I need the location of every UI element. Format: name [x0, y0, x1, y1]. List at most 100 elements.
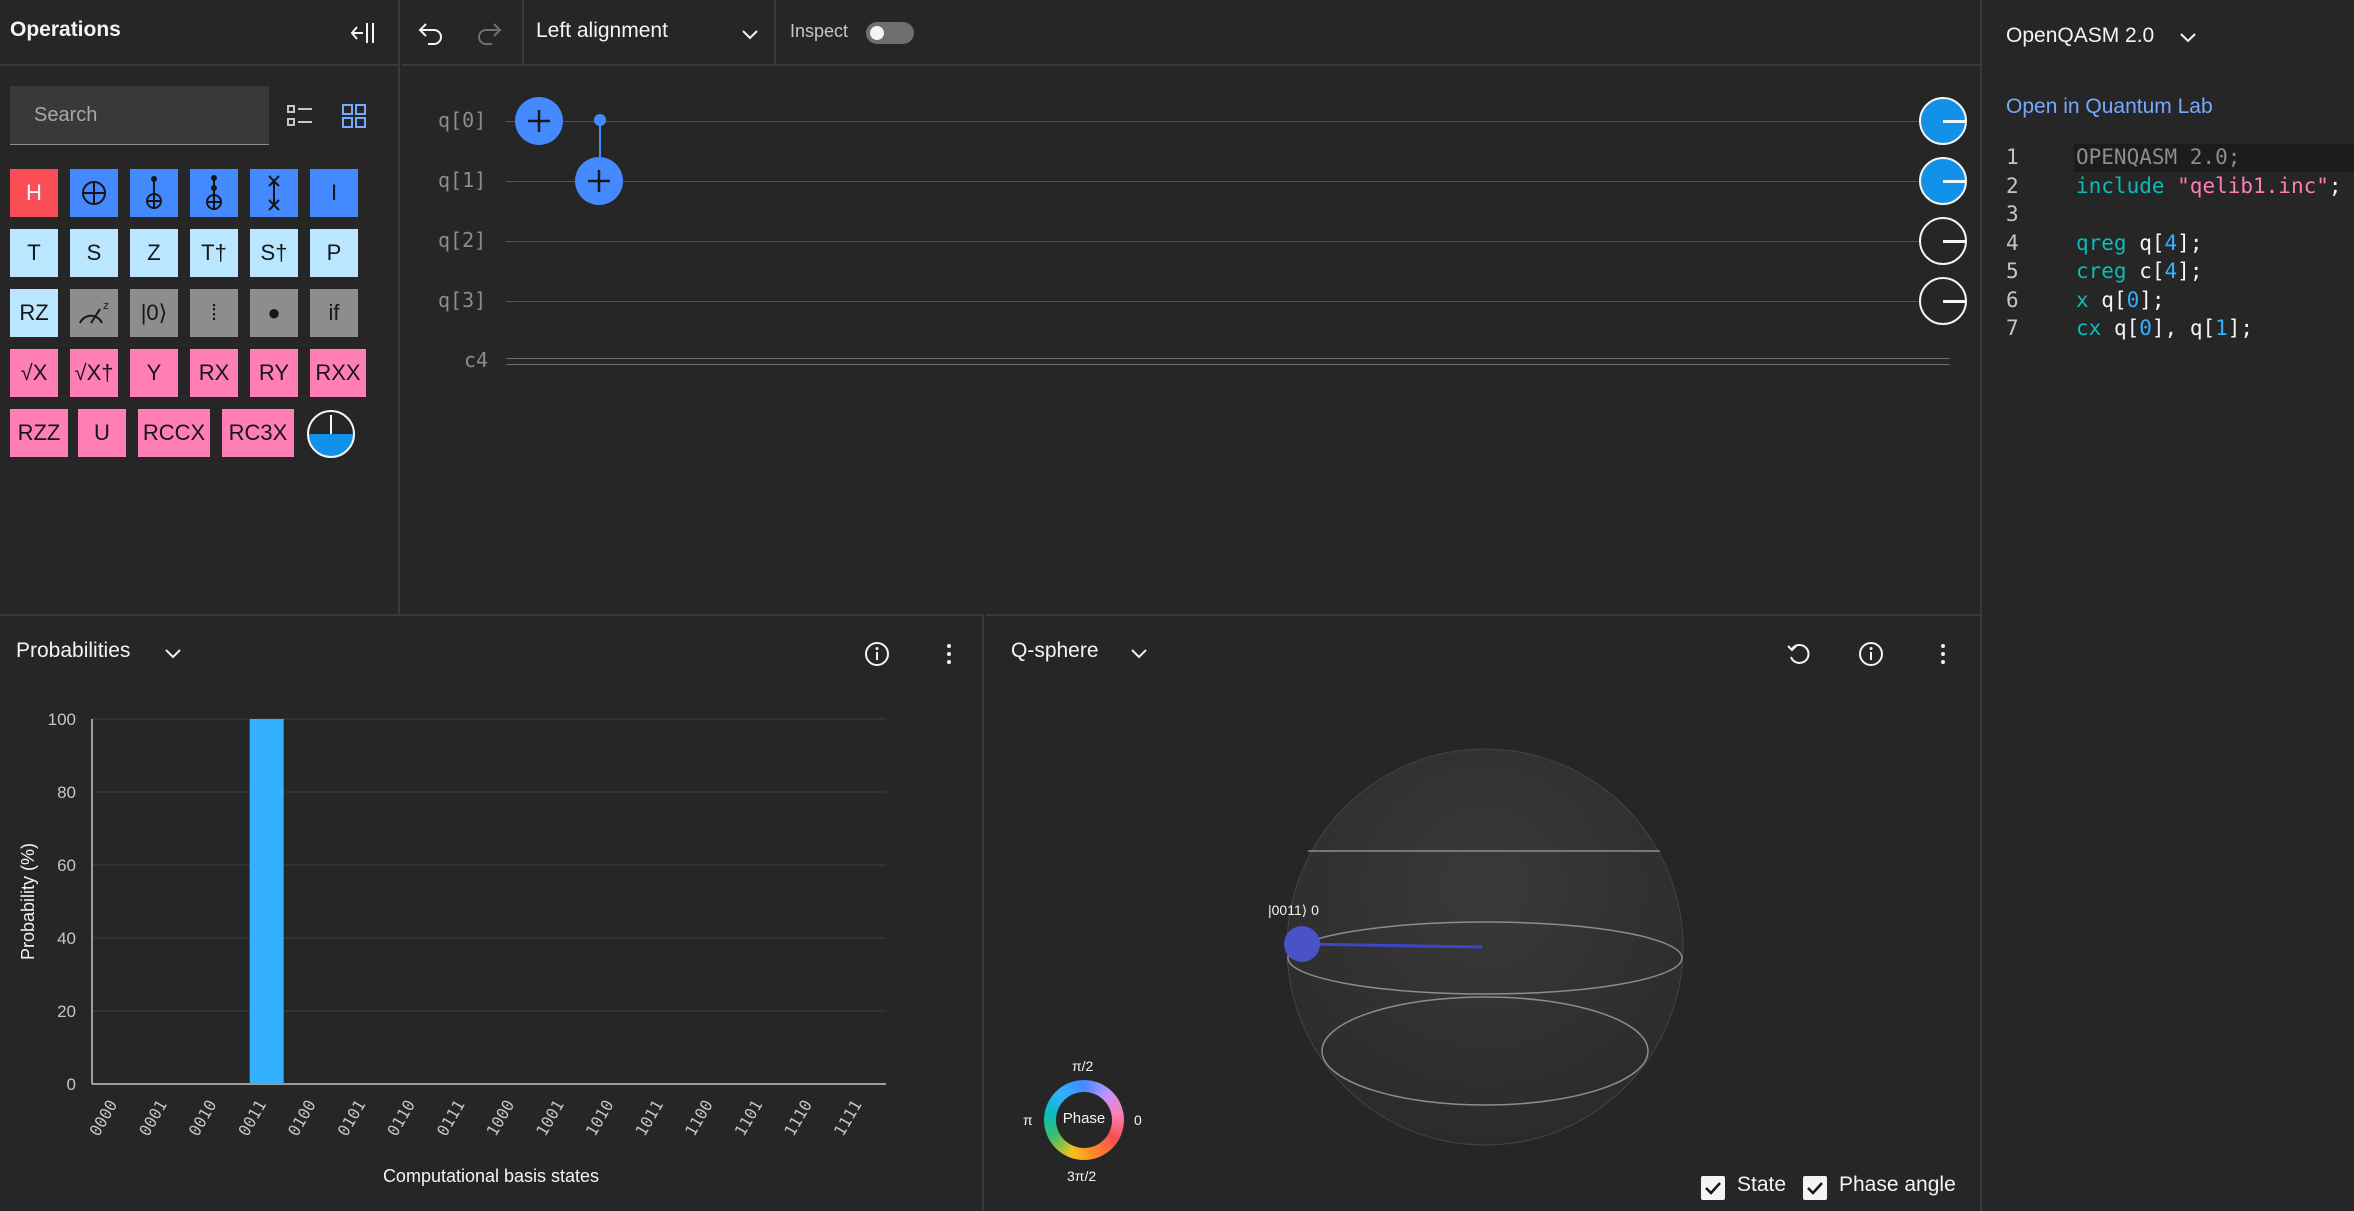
measure-indicator[interactable]: [1919, 97, 1967, 145]
chevron-down-icon: [738, 22, 762, 46]
toffoli-icon: [199, 173, 229, 213]
code-token: q[: [2139, 230, 2165, 255]
gate-p[interactable]: P: [310, 229, 358, 277]
qubit-wire[interactable]: [506, 121, 1920, 122]
gate-barrier[interactable]: ⁞: [190, 289, 238, 337]
redo-icon[interactable]: [472, 16, 506, 50]
probability-chart: 0 20 40 60 80 100 0000 0001 0010 0011 0100 0101 0110…: [18, 710, 886, 1186]
gate-i[interactable]: I: [310, 169, 358, 217]
gate-label: RXX: [315, 360, 361, 385]
plus-icon: [588, 170, 610, 192]
gate-if[interactable]: if: [310, 289, 358, 337]
overflow-menu-icon[interactable]: [1928, 639, 1958, 669]
qsphere-visual[interactable]: [1270, 740, 1710, 1160]
code-token: qreg: [2076, 230, 2140, 255]
gate-label: S†: [260, 240, 288, 265]
gate-rx[interactable]: RX: [190, 349, 238, 397]
classical-wire[interactable]: [506, 364, 1950, 365]
gate-s[interactable]: S: [70, 229, 118, 277]
chevron-down-icon[interactable]: [1126, 640, 1152, 666]
open-in-quantum-lab-link[interactable]: Open in Quantum Lab: [2006, 95, 2213, 119]
x-tick-label: 0110: [383, 1097, 419, 1140]
reset-view-icon[interactable]: [1784, 639, 1814, 669]
gate-z[interactable]: Z: [130, 229, 178, 277]
gate-toffoli[interactable]: [190, 169, 238, 217]
cnot-icon: [79, 178, 109, 208]
list-view-icon[interactable]: [284, 100, 316, 132]
line-number: 6: [2006, 287, 2019, 312]
line-number: 1: [2006, 145, 2019, 169]
info-icon[interactable]: [862, 639, 892, 669]
measure-indicator[interactable]: [1919, 277, 1967, 325]
bar-0011: [249, 719, 284, 1084]
gate-tdg[interactable]: T†: [190, 229, 238, 277]
code-line[interactable]: 7 cx q[0], q[1];: [2006, 316, 2253, 344]
gate-sdg[interactable]: S†: [250, 229, 298, 277]
gate-ccx[interactable]: [130, 169, 178, 217]
gate-h[interactable]: H: [10, 169, 58, 217]
gate-rxx[interactable]: RXX: [310, 349, 366, 397]
code-token: 4: [2164, 230, 2178, 255]
gate-sxdg[interactable]: √X†: [70, 349, 118, 397]
x-axis-title: Computational basis states: [383, 1166, 599, 1186]
code-token: OPENQASM 2.0;: [2076, 145, 2241, 169]
gate-rccx[interactable]: RCCX: [138, 409, 210, 457]
gate-y[interactable]: Y: [130, 349, 178, 397]
measure-indicator[interactable]: [1919, 217, 1967, 265]
qubit-wire[interactable]: [506, 241, 1920, 242]
search-input[interactable]: [10, 86, 269, 145]
gate-ry[interactable]: RY: [250, 349, 298, 397]
gate-rc3x[interactable]: RC3X: [222, 409, 294, 457]
x-tick-label: 1100: [681, 1097, 717, 1140]
undo-icon[interactable]: [414, 16, 448, 50]
gate-reset[interactable]: |0⟩: [130, 289, 178, 337]
svg-text:z: z: [103, 299, 109, 312]
gate-rzz[interactable]: RZZ: [10, 409, 68, 457]
x-tick-label: 1000: [483, 1097, 519, 1140]
code-line[interactable]: 4 qreg q[4];: [2006, 231, 2202, 259]
collapse-panel-icon[interactable]: [348, 18, 378, 48]
gate-label: RZ: [19, 300, 49, 325]
gate-label: T: [27, 240, 41, 265]
code-token: ];: [2177, 230, 2203, 255]
gate-t[interactable]: T: [10, 229, 58, 277]
y-tick-label: 20: [57, 1002, 76, 1021]
overflow-menu-icon[interactable]: [934, 639, 964, 669]
line-number: 3: [2006, 202, 2019, 226]
code-line[interactable]: 5 creg c[4];: [2006, 259, 2202, 287]
measure-indicator[interactable]: [1919, 157, 1967, 205]
state-checkbox[interactable]: [1701, 1176, 1725, 1200]
code-token: x: [2076, 287, 2102, 312]
x-gate[interactable]: [515, 97, 563, 145]
gate-sx[interactable]: √X: [10, 349, 58, 397]
language-select-label[interactable]: OpenQASM 2.0: [2006, 24, 2154, 48]
code-line[interactable]: 3: [2006, 202, 2076, 230]
phase-left: π: [1023, 1112, 1033, 1128]
gate-label: RC3X: [228, 420, 288, 445]
grid-view-icon[interactable]: [338, 100, 370, 132]
line-number: 2: [2006, 173, 2019, 198]
gate-label: ●: [267, 300, 281, 325]
qubit-wire[interactable]: [506, 301, 1920, 302]
code-line[interactable]: 6 x q[0];: [2006, 288, 2165, 316]
statevector-icon[interactable]: [306, 409, 356, 459]
classical-wire[interactable]: [506, 358, 1950, 359]
code-line[interactable]: 1 OPENQASM 2.0;: [2006, 145, 2240, 173]
chevron-down-icon[interactable]: [2176, 25, 2200, 49]
gate-u[interactable]: U: [78, 409, 126, 457]
phase-angle-checkbox[interactable]: [1803, 1176, 1827, 1200]
gate-control[interactable]: ●: [250, 289, 298, 337]
chevron-down-icon[interactable]: [160, 640, 186, 666]
gate-swap[interactable]: [250, 169, 298, 217]
gate-cnot[interactable]: [70, 169, 118, 217]
cx-target-gate[interactable]: [575, 157, 623, 205]
info-icon[interactable]: [1856, 639, 1886, 669]
code-line[interactable]: 2 include "qelib1.inc";: [2006, 174, 2342, 202]
gate-rz[interactable]: RZ: [10, 289, 58, 337]
gate-measure-z[interactable]: z: [70, 289, 118, 337]
qsphere-title: Q-sphere: [1011, 639, 1099, 662]
line-number: 4: [2006, 230, 2019, 255]
code-token: ];: [2177, 259, 2203, 283]
qubit-wire[interactable]: [506, 181, 1920, 182]
phase-label: Phase: [1062, 1110, 1106, 1127]
